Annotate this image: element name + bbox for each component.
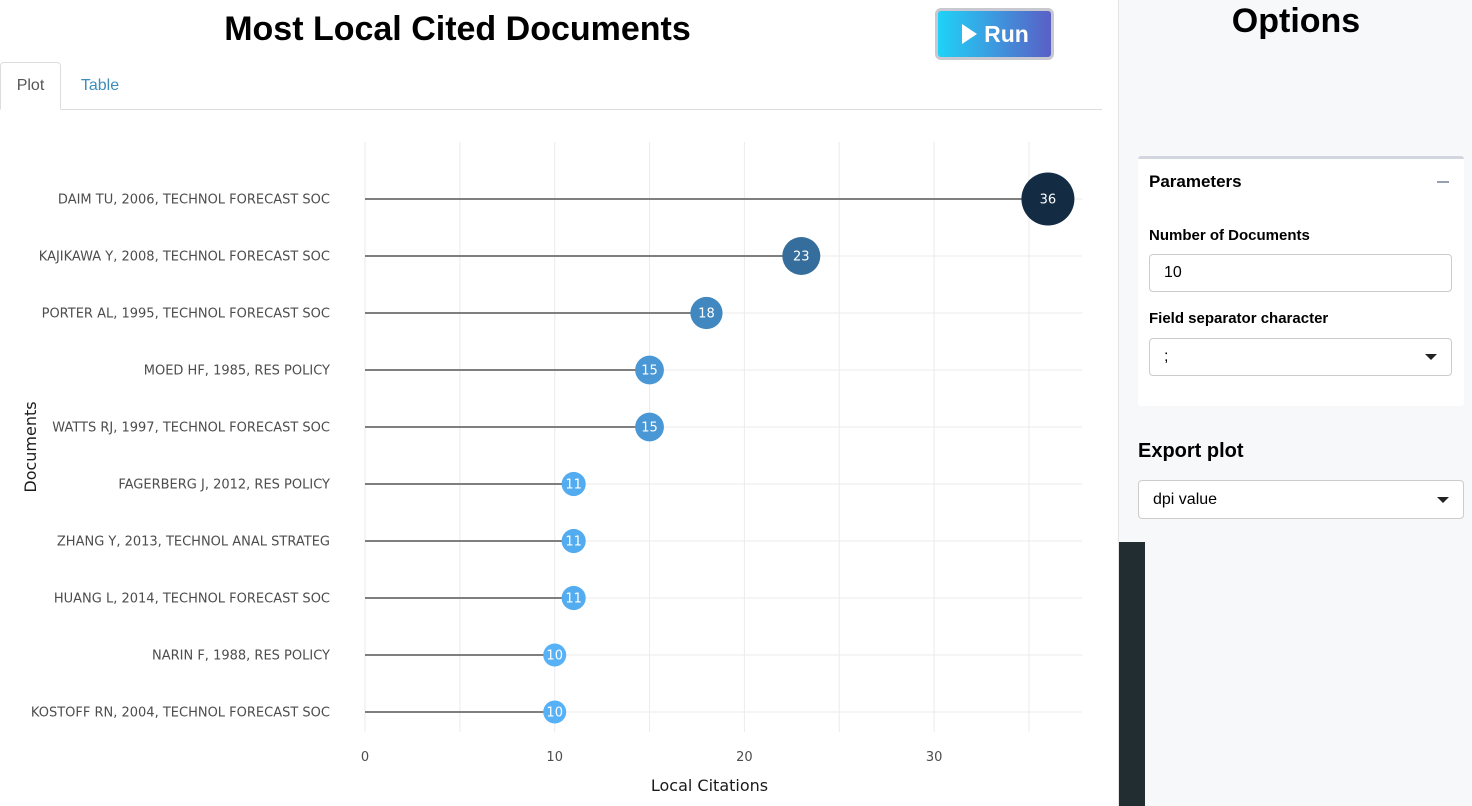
data-label: 23 [793,250,810,265]
x-tick-label: 20 [736,750,753,765]
data-label: 15 [641,421,658,436]
y-tick-label: HUANG L, 2014, TECHNOL FORECAST SOC [54,592,330,607]
data-label: 15 [641,364,658,379]
separator-label: Field separator character [1149,310,1329,327]
num-docs-input[interactable] [1149,254,1452,292]
tab-plot[interactable]: Plot [0,62,61,110]
y-tick-label: KAJIKAWA Y, 2008, TECHNOL FORECAST SOC [39,250,330,265]
sidebar-title: Options [1231,2,1361,40]
parameters-header: Parameters [1149,172,1242,191]
y-tick-label: DAIM TU, 2006, TECHNOL FORECAST SOC [58,193,330,208]
y-tick-label: NARIN F, 1988, RES POLICY [152,649,330,664]
y-tick-label: FAGERBERG J, 2012, RES POLICY [118,478,330,493]
num-docs-label: Number of Documents [1149,227,1310,244]
y-axis-label: Documents [21,401,40,492]
x-tick-label: 10 [546,750,563,765]
page-title: Most Local Cited Documents [224,10,691,48]
separator-select[interactable]: ; [1149,338,1452,376]
parameters-card: Parameters Number of Documents Field sep… [1138,156,1464,406]
dark-strip [1119,542,1145,806]
dpi-select[interactable]: dpi value [1138,480,1464,519]
y-tick-label: MOED HF, 1985, RES POLICY [144,364,330,379]
options-sidebar: Options Parameters Number of Documents F… [1118,0,1472,806]
data-label: 10 [546,649,563,664]
x-tick-label: 30 [926,750,943,765]
export-plot-title: Export plot [1138,440,1244,462]
y-tick-label: ZHANG Y, 2013, TECHNOL ANAL STRATEG [57,535,330,550]
main-panel: Most Local Cited Documents Run Plot Tabl… [0,0,1118,806]
y-tick-label: PORTER AL, 1995, TECHNOL FORECAST SOC [42,307,330,322]
data-label: 18 [698,307,715,322]
dpi-placeholder: dpi value [1153,490,1218,508]
y-tick-label: WATTS RJ, 1997, TECHNOL FORECAST SOC [52,421,330,436]
lollipop-chart: 0 10 20 30 36 DAIM TU, 2006, TECHNOL FORECAST… [21,142,1082,795]
tab-bar: Plot Table [0,62,1102,110]
chevron-down-icon [1425,354,1437,360]
data-label: 36 [1040,193,1057,208]
data-label: 11 [565,535,582,550]
tab-table[interactable]: Table [67,62,133,109]
data-label: 11 [565,478,582,493]
separator-value: ; [1164,348,1169,365]
y-tick-label: KOSTOFF RN, 2004, TECHNOL FORECAST SOC [31,706,330,721]
data-label: 10 [546,706,563,721]
x-tick-label: 0 [361,750,369,765]
x-axis-label: Local Citations [651,776,768,795]
data-label: 11 [565,592,582,607]
chevron-down-icon [1437,496,1449,503]
run-button-label: Run [984,20,1029,47]
play-icon [962,24,978,44]
collapse-icon[interactable] [1436,173,1450,187]
run-button[interactable]: Run [935,8,1054,60]
